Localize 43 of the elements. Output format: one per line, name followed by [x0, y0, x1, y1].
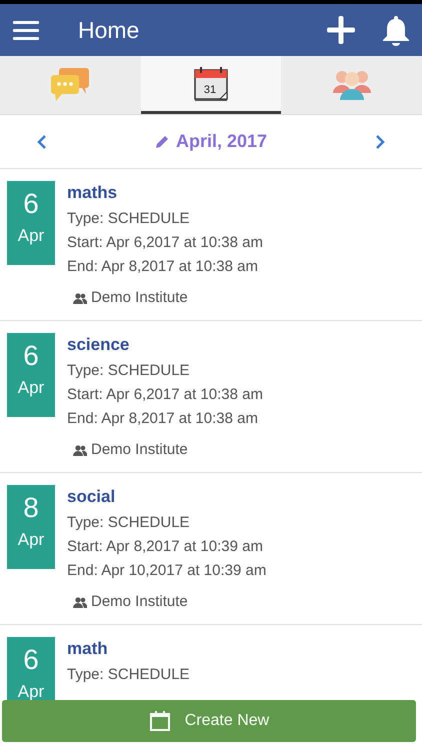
calendar-icon	[148, 710, 171, 732]
event-start: Start: Apr 6,2017 at 10:38 am	[67, 385, 263, 405]
people-icon	[73, 444, 87, 456]
next-month-icon[interactable]	[374, 134, 386, 150]
event-card[interactable]: 8 Apr social Type: SCHEDULE Start: Apr 8,2017 at 10:39 am End: Apr 10,2017 at 10:39 am Demo Institute	[0, 473, 422, 625]
event-type: Type: SCHEDULE	[67, 665, 190, 685]
event-title: social	[67, 486, 116, 508]
add-icon[interactable]	[326, 15, 356, 45]
institute-name: Demo Institute	[91, 288, 188, 308]
chat-bubbles-icon	[50, 66, 90, 102]
institute-name: Demo Institute	[91, 592, 188, 612]
people-icon	[73, 596, 87, 608]
tab[interactable]: 31	[140, 56, 282, 114]
date-day: 6	[23, 339, 39, 373]
institute-name: Demo Institute	[91, 440, 188, 460]
date-month: Apr	[18, 377, 44, 399]
event-end: End: Apr 8,2017 at 10:38 am	[67, 257, 259, 277]
event-type: Type: SCHEDULE	[67, 361, 191, 381]
month-label[interactable]: April, 2017	[176, 128, 268, 155]
event-start: Start: Apr 6,2017 at 10:38 am	[67, 233, 263, 253]
date-day: 8	[23, 491, 39, 525]
date-month: Apr	[18, 225, 44, 247]
date-day: 6	[23, 187, 39, 221]
event-card[interactable]: 6 Apr maths Type: SCHEDULE Start: Apr 6,2017 at 10:38 am End: Apr 8,2017 at 10:38 am Demo Institute	[0, 169, 422, 321]
event-end: End: Apr 10,2017 at 10:39 am	[67, 561, 266, 581]
notification-bell-icon[interactable]	[382, 14, 410, 46]
previous-month-icon[interactable]	[36, 134, 48, 150]
page-title: Home	[78, 16, 140, 45]
pencil-icon	[154, 134, 170, 149]
event-title: maths	[67, 182, 118, 204]
event-start: Start: Apr 8,2017 at 10:39 am	[67, 537, 264, 557]
calendar-day: 31	[204, 84, 216, 96]
date-day: 6	[23, 643, 39, 677]
calendar-icon	[194, 66, 228, 100]
event-type: Type: SCHEDULE	[67, 209, 191, 229]
menu-icon[interactable]	[12, 19, 40, 41]
event-card[interactable]: 6 Apr science Type: SCHEDULE Start: Apr 6,2017 at 10:38 am End: Apr 8,2017 at 10:38 am Demo Institute	[0, 321, 422, 473]
event-title: science	[67, 334, 130, 356]
event-end: End: Apr 8,2017 at 10:38 am	[67, 409, 259, 429]
date-month: Apr	[18, 529, 44, 551]
event-type: Type: SCHEDULE	[67, 513, 191, 533]
people-icon	[73, 292, 87, 304]
event-title: math	[67, 638, 109, 660]
